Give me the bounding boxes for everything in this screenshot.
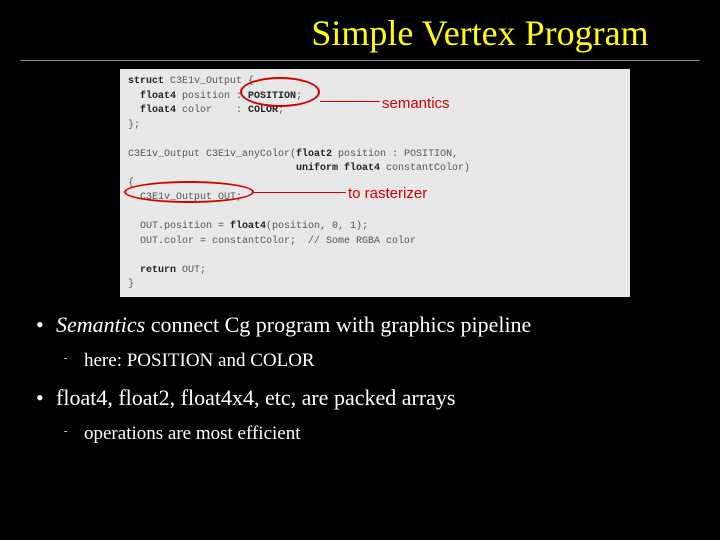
code-text: position : POSITION, <box>332 149 458 160</box>
code-kw: return <box>140 265 176 276</box>
code-text: } <box>128 279 134 290</box>
code-text: OUT.position = <box>140 221 230 232</box>
code-text: color : <box>176 105 248 116</box>
code-kw: uniform float4 <box>296 163 380 174</box>
code-text: (position, 0, 1); <box>266 221 368 232</box>
bullet-item: float4, float2, float4x4, etc, are packe… <box>34 384 692 447</box>
code-kw: float4 <box>140 91 176 102</box>
slide-title: Simple Vertex Program <box>0 0 720 60</box>
bullet-emphasis: Semantics <box>56 312 145 337</box>
bullet-item: Semantics connect Cg program with graphi… <box>34 311 692 374</box>
title-divider <box>20 60 700 61</box>
code-text: C3E1v_Output OUT; <box>140 192 242 203</box>
code-text: ; <box>296 91 302 102</box>
code-kw: float4 <box>140 105 176 116</box>
code-text: position : <box>176 91 248 102</box>
code-kw: POSITION <box>248 91 296 102</box>
bullet-text: float4, float2, float4x4, etc, are packe… <box>56 385 455 410</box>
code-text: C3E1v_Output C3E1v_anyColor( <box>128 149 296 160</box>
code-kw: struct <box>128 76 164 87</box>
code-text: { <box>128 178 134 189</box>
code-snippet: struct C3E1v_Output { float4 position : … <box>120 69 630 297</box>
bullet-text: connect Cg program with graphics pipelin… <box>145 312 531 337</box>
code-text: }; <box>128 120 140 131</box>
code-text: OUT.color = constantColor; // Some RGBA … <box>140 236 416 247</box>
code-kw: float4 <box>230 221 266 232</box>
code-text: C3E1v_Output { <box>164 76 254 87</box>
sub-bullet-item: here: POSITION and COLOR <box>56 349 692 374</box>
code-kw: COLOR <box>248 105 278 116</box>
sub-bullet-item: operations are most efficient <box>56 422 692 447</box>
code-text: constantColor) <box>380 163 470 174</box>
code-kw: float2 <box>296 149 332 160</box>
code-text: ; <box>278 105 284 116</box>
bullet-list: Semantics connect Cg program with graphi… <box>0 311 720 447</box>
code-text: OUT; <box>176 265 206 276</box>
